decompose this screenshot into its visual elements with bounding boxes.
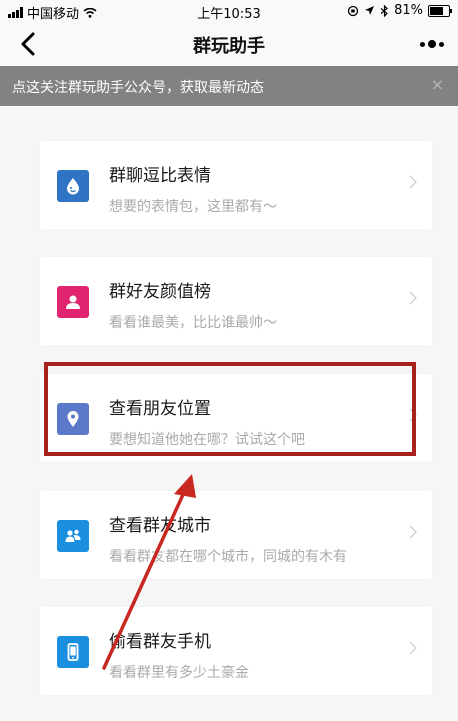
card-subtitle: 看看群里有多少土豪金 [109, 665, 249, 681]
card-title: 群好友颜值榜 [109, 282, 211, 302]
page-title: 群玩助手 [193, 36, 265, 57]
feature-card-group-phones[interactable]: 偷看群友手机 看看群里有多少土豪金 [40, 607, 432, 695]
location-arrow-icon [365, 6, 375, 15]
card-subtitle: 想要的表情包，这里都有～ [109, 199, 277, 215]
close-icon[interactable]: × [431, 75, 444, 94]
card-title: 查看群友城市 [109, 516, 211, 536]
status-bar: 中国移动 上午10:53 81% [0, 0, 458, 22]
feature-card-group-cities[interactable]: 查看群友城市 看看群友都在哪个城市，同城的有木有 [40, 491, 432, 579]
chevron-right-icon [409, 291, 417, 305]
status-right: 81% [347, 3, 452, 18]
battery-percent: 81% [394, 3, 423, 18]
bluetooth-icon [380, 4, 388, 17]
card-title: 偷看群友手机 [109, 632, 211, 652]
more-menu-icon[interactable] [420, 40, 444, 48]
feature-card-looks-rank[interactable]: 群好友颜值榜 看看谁最美，比比谁最帅～ [40, 257, 432, 345]
nav-bar: 群玩助手 [0, 22, 458, 66]
battery-icon [428, 4, 452, 17]
chevron-right-icon [409, 525, 417, 539]
card-subtitle: 看看谁最美，比比谁最帅～ [109, 315, 277, 331]
highlight-box-annotation [44, 362, 416, 456]
follow-notice-banner[interactable]: 点这关注群玩助手公众号，获取最新动态 × [0, 66, 458, 106]
phone-icon [57, 636, 89, 668]
card-title: 群聊逗比表情 [109, 166, 211, 186]
chevron-right-icon [409, 641, 417, 655]
feature-card-emoji[interactable]: 群聊逗比表情 想要的表情包，这里都有～ [40, 141, 432, 229]
chevron-right-icon [409, 175, 417, 189]
notice-text[interactable]: 点这关注群玩助手公众号，获取最新动态 [12, 77, 264, 97]
group-icon [57, 520, 89, 552]
emoji-drop-icon [57, 170, 89, 202]
person-icon [57, 286, 89, 318]
card-subtitle: 看看群友都在哪个城市，同城的有木有 [109, 549, 347, 565]
orientation-lock-icon [347, 5, 359, 16]
